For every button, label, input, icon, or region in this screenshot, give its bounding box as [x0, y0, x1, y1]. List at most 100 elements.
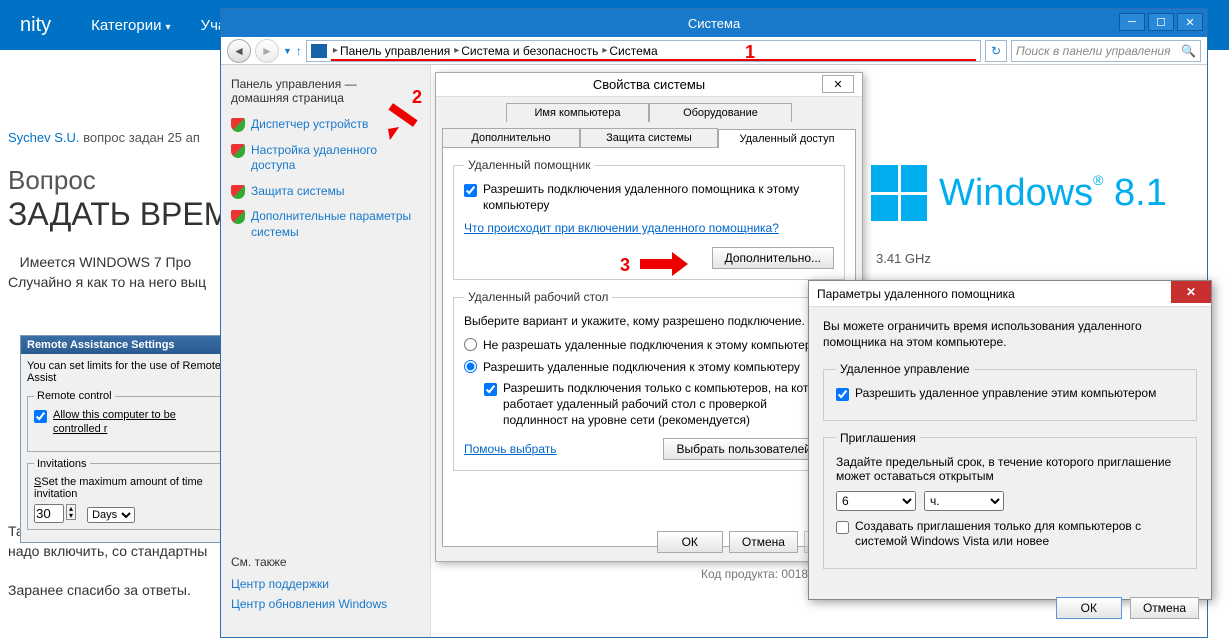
props-ok-button[interactable]: ОК [657, 531, 723, 553]
ras-allow-control[interactable]: Allow this computer to be controlled r [34, 408, 216, 437]
sidebar-home[interactable]: Панель управления —домашняя страница [231, 77, 420, 105]
invite-duration-unit[interactable]: ч. [924, 491, 1004, 511]
sidebar-advanced-settings[interactable]: Дополнительные параметры системы [231, 209, 420, 240]
system-sidebar: Панель управления —домашняя страница Дис… [221, 65, 431, 637]
shield-icon [231, 144, 245, 158]
address-row: ◄ ► ▼ ↑ ▸ Панель управления ▸ Система и … [221, 37, 1207, 65]
tab-protection[interactable]: Защита системы [580, 128, 718, 147]
windows-logo: Windows® 8.1 [871, 165, 1187, 221]
ras-invitations-legend: Invitations [34, 458, 90, 470]
vista-only-checkbox[interactable] [836, 521, 849, 534]
annotation-1: 1 [745, 42, 755, 63]
system-properties-dialog: Свойства системы ✕ Имя компьютера Оборуд… [435, 72, 863, 562]
ras-title: Remote Assistance Settings [21, 336, 229, 354]
props-cancel-button[interactable]: Отмена [729, 531, 798, 553]
what-happens-link[interactable]: Что происходит при включении удаленного … [464, 221, 834, 235]
props-title: Свойства системы [593, 77, 705, 92]
shield-icon [231, 118, 245, 132]
remote-assistance-legend: Удаленный помощник [464, 158, 595, 172]
rd-allow-radio[interactable] [464, 360, 477, 373]
params-cancel-button[interactable]: Отмена [1130, 597, 1199, 619]
crumb-security[interactable]: Система и безопасность [461, 44, 598, 58]
close-button[interactable]: ✕ [1177, 13, 1203, 31]
remote-assistance-settings-dialog: Remote Assistance Settings You can set l… [20, 335, 230, 543]
site-brand: nity [20, 14, 51, 37]
sidebar-system-protection[interactable]: Защита системы [231, 184, 420, 200]
crumb-system[interactable]: Система [609, 44, 657, 58]
annotation-arrow-3 [640, 254, 700, 274]
allow-remote-assist[interactable]: Разрешить подключения удаленного помощни… [464, 182, 834, 213]
rd-deny[interactable]: Не разрешать удаленные подключения к это… [464, 338, 834, 354]
windows-tiles-icon [871, 165, 927, 221]
tab-advanced[interactable]: Дополнительно [442, 128, 580, 147]
crumb-control-panel[interactable]: Панель управления [340, 44, 450, 58]
chevron-down-icon: ▾ [166, 22, 171, 33]
ras-time-unit[interactable]: Days [87, 507, 135, 523]
tab-computer-name[interactable]: Имя компьютера [506, 103, 649, 122]
tab-remote[interactable]: Удаленный доступ [718, 129, 856, 148]
author-link[interactable]: Sychev S.U. [8, 130, 80, 145]
search-input[interactable]: Поиск в панели управления 🔍 [1011, 40, 1201, 62]
params-ok-button[interactable]: ОК [1056, 597, 1122, 619]
props-titlebar[interactable]: Свойства системы ✕ [436, 73, 862, 97]
ras-note: You can set limits for the use of Remote… [27, 360, 223, 384]
system-titlebar[interactable]: Система ─ ☐ ✕ [221, 9, 1207, 37]
invitations-group: Приглашения Задайте предельный срок, в т… [823, 431, 1197, 569]
sidebar-remote-settings[interactable]: Настройка удаленного доступа [231, 143, 420, 174]
shield-icon [231, 185, 245, 199]
rd-nla[interactable]: Разрешить подключения только с компьютер… [484, 381, 834, 428]
maximize-button[interactable]: ☐ [1148, 13, 1174, 31]
annotation-underline [331, 59, 976, 61]
see-also-support[interactable]: Центр поддержки [231, 577, 387, 591]
tab-hardware[interactable]: Оборудование [649, 103, 792, 122]
invite-duration-value[interactable]: 6 [836, 491, 916, 511]
invitations-text: Задайте предельный срок, в течение котор… [836, 455, 1184, 483]
ras-allow-control-checkbox[interactable] [34, 410, 47, 423]
ras-invitations-group: Invitations SSet the maximum amount of t… [27, 458, 223, 530]
chevron-right-icon: ▸ [333, 45, 338, 56]
remote-assist-params-dialog: Параметры удаленного помощника ✕ Вы може… [808, 280, 1212, 600]
shield-icon [231, 210, 245, 224]
allow-remote-control-checkbox[interactable] [836, 388, 849, 401]
annotation-arrow-2 [380, 103, 420, 133]
vista-only[interactable]: Создавать приглашения только для компьют… [836, 519, 1184, 550]
cpu-speed: 3.41 GHz [876, 251, 1187, 266]
back-button[interactable]: ◄ [227, 39, 251, 63]
rd-intro: Выберите вариант и укажите, кому разреше… [464, 314, 834, 328]
annotation-3: 3 [620, 255, 630, 276]
address-bar[interactable]: ▸ Панель управления ▸ Система и безопасн… [306, 40, 981, 62]
see-also-update[interactable]: Центр обновления Windows [231, 597, 387, 611]
allow-remote-assist-checkbox[interactable] [464, 184, 477, 197]
question-date: вопрос задан 25 ап [83, 130, 200, 145]
help-choose-link[interactable]: Помочь выбрать [464, 442, 557, 456]
remote-control-legend: Удаленное управление [836, 362, 974, 376]
props-panel: Удаленный помощник Разрешить подключения… [442, 147, 856, 547]
up-button[interactable]: ↑ [296, 44, 302, 58]
ras-max-time-label: SSet the maximum amount of time invitati… [34, 476, 216, 500]
history-dropdown[interactable]: ▼ [283, 46, 292, 56]
rd-deny-radio[interactable] [464, 338, 477, 351]
ras-time-value[interactable] [34, 504, 64, 523]
forward-button[interactable]: ► [255, 39, 279, 63]
remote-desktop-group: Удаленный рабочий стол Выберите вариант … [453, 290, 845, 471]
props-close-button[interactable]: ✕ [822, 75, 854, 93]
params-intro: Вы можете ограничить время использования… [823, 319, 1197, 350]
advanced-button[interactable]: Дополнительно... [712, 247, 834, 269]
params-close-button[interactable]: ✕ [1171, 281, 1211, 303]
chevron-right-icon: ▸ [454, 45, 459, 56]
see-also-header: См. также [231, 555, 387, 569]
rd-allow[interactable]: Разрешить удаленные подключения к этому … [464, 360, 834, 376]
remote-control-group: Удаленное управление Разрешить удаленное… [823, 362, 1197, 421]
ras-remote-control-legend: Remote control [34, 390, 115, 402]
allow-remote-control[interactable]: Разрешить удаленное управление этим комп… [836, 386, 1184, 402]
minimize-button[interactable]: ─ [1119, 13, 1145, 31]
search-icon[interactable]: 🔍 [1181, 44, 1196, 58]
invitations-legend: Приглашения [836, 431, 920, 445]
refresh-button[interactable]: ↻ [985, 40, 1007, 62]
params-title: Параметры удаленного помощника [817, 287, 1015, 301]
see-also: См. также Центр поддержки Центр обновлен… [231, 555, 387, 617]
nav-categories[interactable]: Категории▾ [91, 17, 170, 34]
chevron-right-icon: ▸ [602, 45, 607, 56]
params-titlebar[interactable]: Параметры удаленного помощника ✕ [809, 281, 1211, 307]
rd-nla-checkbox[interactable] [484, 383, 497, 396]
